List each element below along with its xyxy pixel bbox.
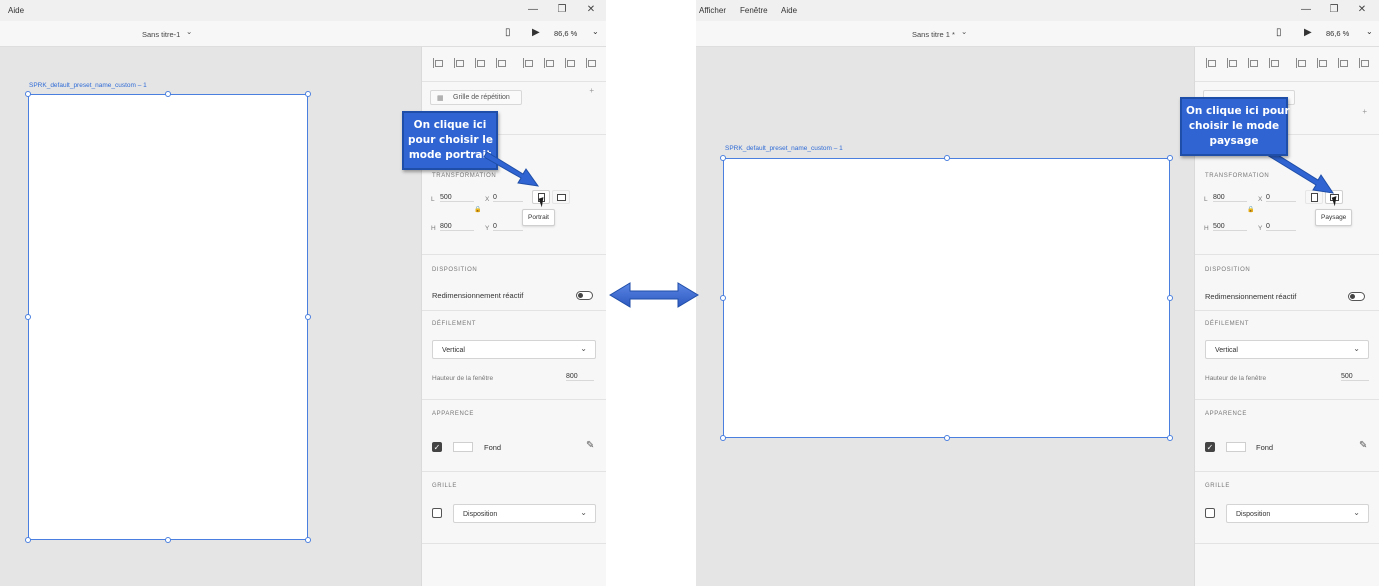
callout-line: choisir le mode — [1188, 120, 1280, 132]
callout-line: paysage — [1209, 135, 1259, 147]
double-arrow-icon — [609, 282, 699, 308]
callout-line: On clique ici pour — [1186, 105, 1290, 117]
landscape-callout: On clique ici pour choisir le mode paysa… — [1180, 97, 1290, 156]
